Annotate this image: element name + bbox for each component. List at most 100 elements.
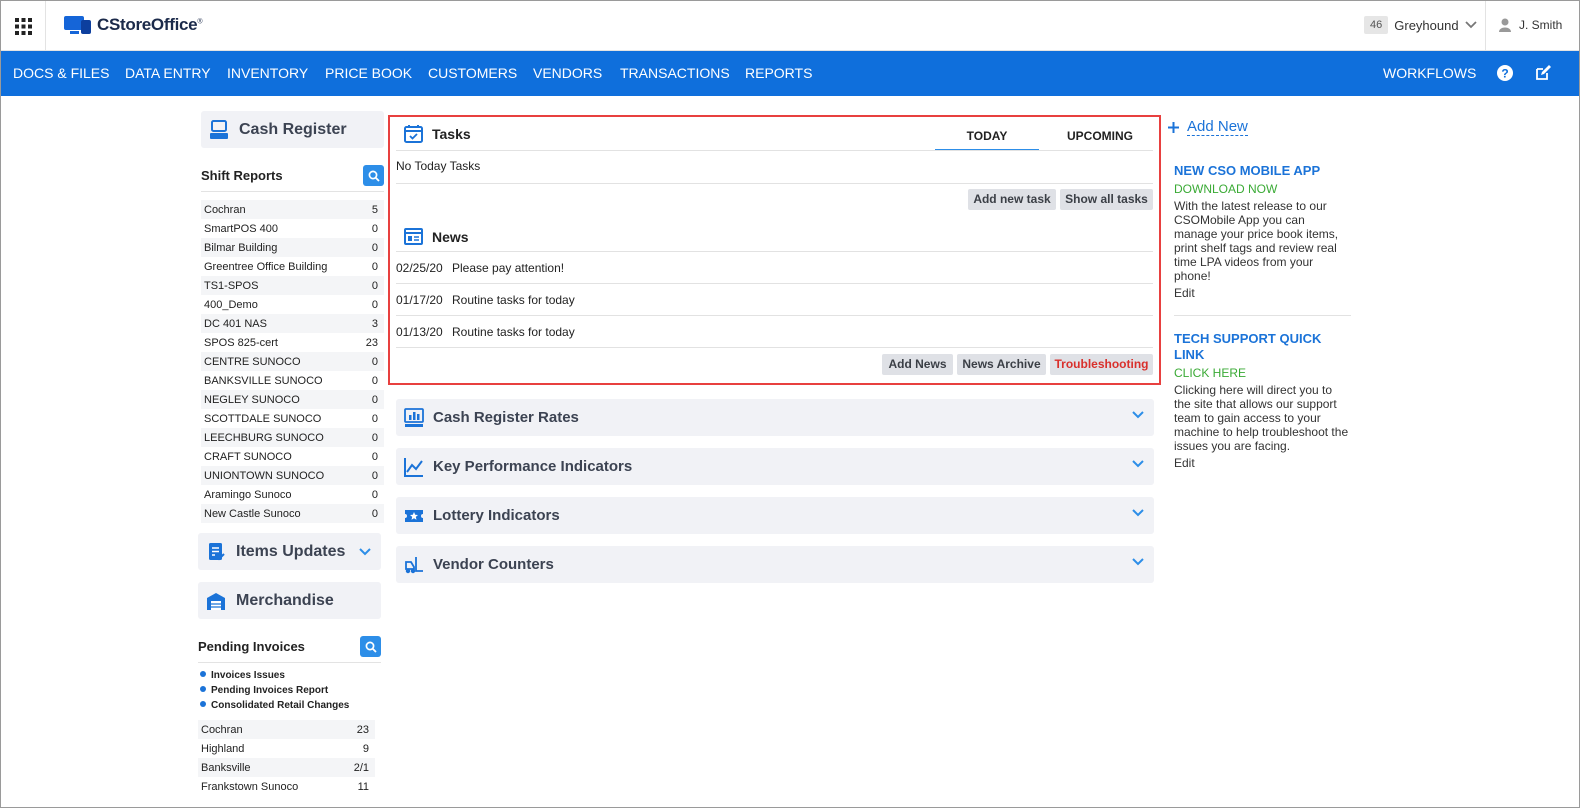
shift-reports-title: Shift Reports <box>201 168 283 183</box>
document-check-icon <box>209 542 225 560</box>
list-item-name: Banksville <box>201 761 251 774</box>
list-item-name: TS1-SPOS <box>204 279 259 292</box>
nav-vendors[interactable]: VENDORS <box>533 51 602 96</box>
nav-price-book[interactable]: PRICE BOOK <box>325 51 412 96</box>
svg-text:?: ? <box>1501 67 1508 81</box>
list-item-count: 0 <box>371 507 378 520</box>
help-icon[interactable]: ? <box>1496 64 1514 82</box>
list-item[interactable]: Highland 9 <box>198 739 375 758</box>
newspaper-icon <box>404 228 423 245</box>
news-row[interactable]: 01/17/20 Routine tasks for today <box>396 284 1153 316</box>
list-item-count: 23 <box>356 723 369 736</box>
news-row[interactable]: 01/13/20 Routine tasks for today <box>396 316 1153 348</box>
nav-data-entry[interactable]: DATA ENTRY <box>125 51 211 96</box>
list-item-name: Aramingo Sunoco <box>204 488 292 501</box>
list-item[interactable]: 400_Demo 0 <box>201 295 384 314</box>
tab-upcoming[interactable]: UPCOMING <box>1047 129 1153 143</box>
pending-invoices-report-link[interactable]: Pending Invoices Report <box>200 684 384 697</box>
download-now-link[interactable]: DOWNLOAD NOW <box>1174 182 1351 196</box>
list-item[interactable]: Bilmar Building 0 <box>201 238 384 257</box>
bar-chart-icon <box>404 407 424 427</box>
list-item[interactable]: Greentree Office Building 0 <box>201 257 384 276</box>
pending-invoices-header: Pending Invoices <box>198 631 381 663</box>
list-item[interactable]: Frankstown Sunoco 11 <box>198 777 375 796</box>
apps-menu-button[interactable] <box>1 1 46 51</box>
promo-tech-support: TECH SUPPORT QUICK LINK CLICK HERE Click… <box>1174 331 1351 470</box>
store-selector[interactable]: 46 Greyhound <box>1364 16 1477 34</box>
list-item[interactable]: Aramingo Sunoco 0 <box>201 485 384 504</box>
list-item-name: CENTRE SUNOCO <box>204 355 301 368</box>
list-item[interactable]: CENTRE SUNOCO 0 <box>201 352 384 371</box>
vendor-counters-accordion[interactable]: Vendor Counters <box>396 546 1154 583</box>
news-date: 01/17/20 <box>396 292 443 307</box>
tasks-tabs: TODAY UPCOMING <box>935 127 1153 151</box>
kpi-accordion[interactable]: Key Performance Indicators <box>396 448 1154 485</box>
list-item[interactable]: SCOTTDALE SUNOCO 0 <box>201 409 384 428</box>
list-item[interactable]: UNIONTOWN SUNOCO 0 <box>201 466 384 485</box>
tab-today[interactable]: TODAY <box>935 129 1039 143</box>
calendar-check-icon <box>404 125 423 143</box>
add-new-task-button[interactable]: Add new task <box>968 189 1056 210</box>
list-item[interactable]: CRAFT SUNOCO 0 <box>201 447 384 466</box>
list-item[interactable]: NEGLEY SUNOCO 0 <box>201 390 384 409</box>
nav-workflows[interactable]: WORKFLOWS <box>1383 51 1476 96</box>
news-archive-button[interactable]: News Archive <box>957 354 1046 375</box>
list-item-name: Frankstown Sunoco <box>201 780 299 793</box>
list-item[interactable]: SPOS 825-cert 23 <box>201 333 384 352</box>
logo-registered-mark: ® <box>197 18 203 26</box>
merchandise-panel[interactable]: Merchandise <box>198 582 381 619</box>
cash-register-rates-accordion[interactable]: Cash Register Rates <box>396 399 1154 436</box>
list-item-name: 400_Demo <box>204 298 258 311</box>
nav-transactions[interactable]: TRANSACTIONS <box>620 51 730 96</box>
pending-invoices-list: Cochran 23 Highland 9 Banksville 2/1 Frankstow… <box>198 720 375 796</box>
list-item-name: Highland <box>201 742 245 755</box>
news-text: Please pay attention! <box>452 260 565 275</box>
main-nav: DOCS & FILES DATA ENTRY INVENTORY PRICE … <box>1 51 1579 96</box>
pending-invoices-search-button[interactable] <box>360 636 381 657</box>
nav-docs-files[interactable]: DOCS & FILES <box>13 51 109 96</box>
nav-reports[interactable]: REPORTS <box>745 51 812 96</box>
add-new-link[interactable]: Add New <box>1168 118 1351 136</box>
nav-customers[interactable]: CUSTOMERS <box>428 51 517 96</box>
add-news-button[interactable]: Add News <box>882 354 953 375</box>
edit-icon[interactable] <box>1534 64 1552 82</box>
click-here-link[interactable]: CLICK HERE <box>1174 366 1351 380</box>
list-item[interactable]: BANKSVILLE SUNOCO 0 <box>201 371 384 390</box>
app-window: CStoreOffice® 46 Greyhound J. Smith DOCS… <box>0 0 1580 808</box>
user-menu[interactable]: J. Smith <box>1499 18 1562 32</box>
plus-icon <box>1168 121 1179 133</box>
cash-register-rates-title: Cash Register Rates <box>433 409 579 426</box>
promo-edit-link[interactable]: Edit <box>1174 456 1351 470</box>
lottery-indicators-accordion[interactable]: Lottery Indicators <box>396 497 1154 534</box>
list-item[interactable]: LEECHBURG SUNOCO 0 <box>201 428 384 447</box>
items-updates-panel[interactable]: Items Updates <box>198 533 381 570</box>
promo-mobile-app: NEW CSO MOBILE APP DOWNLOAD NOW With the… <box>1174 163 1351 300</box>
list-item[interactable]: SmartPOS 400 0 <box>201 219 384 238</box>
shift-reports-list: Cochran 5 SmartPOS 400 0 Bilmar Building 0 Gre… <box>201 200 384 523</box>
cash-register-panel[interactable]: Cash Register <box>201 111 384 148</box>
store-name: Greyhound <box>1394 17 1459 33</box>
nav-inventory[interactable]: INVENTORY <box>227 51 308 96</box>
troubleshooting-button[interactable]: Troubleshooting <box>1050 354 1153 375</box>
list-item[interactable]: TS1-SPOS 0 <box>201 276 384 295</box>
header-divider <box>1485 1 1486 51</box>
list-item[interactable]: Cochran 23 <box>198 720 375 739</box>
promo-edit-link[interactable]: Edit <box>1174 286 1351 300</box>
list-item[interactable]: New Castle Sunoco 0 <box>201 504 384 523</box>
invoices-issues-link[interactable]: Invoices Issues <box>200 669 384 682</box>
news-row[interactable]: 02/25/20 Please pay attention! <box>396 252 1153 284</box>
shift-reports-search-button[interactable] <box>363 165 384 186</box>
news-text: Routine tasks for today <box>452 324 575 339</box>
merchandise-title: Merchandise <box>236 591 334 609</box>
list-item-name: DC 401 NAS <box>204 317 267 330</box>
list-item-count: 0 <box>371 222 378 235</box>
list-item[interactable]: Banksville 2/1 <box>198 758 375 777</box>
lottery-indicators-title: Lottery Indicators <box>433 507 560 524</box>
logo[interactable]: CStoreOffice® <box>63 14 202 36</box>
show-all-tasks-button[interactable]: Show all tasks <box>1060 189 1153 210</box>
list-item[interactable]: Cochran 5 <box>201 200 384 219</box>
news-header: News <box>404 227 469 246</box>
consolidated-retail-changes-link[interactable]: Consolidated Retail Changes <box>200 699 384 712</box>
chevron-down-icon <box>1464 21 1477 29</box>
list-item[interactable]: DC 401 NAS 3 <box>201 314 384 333</box>
